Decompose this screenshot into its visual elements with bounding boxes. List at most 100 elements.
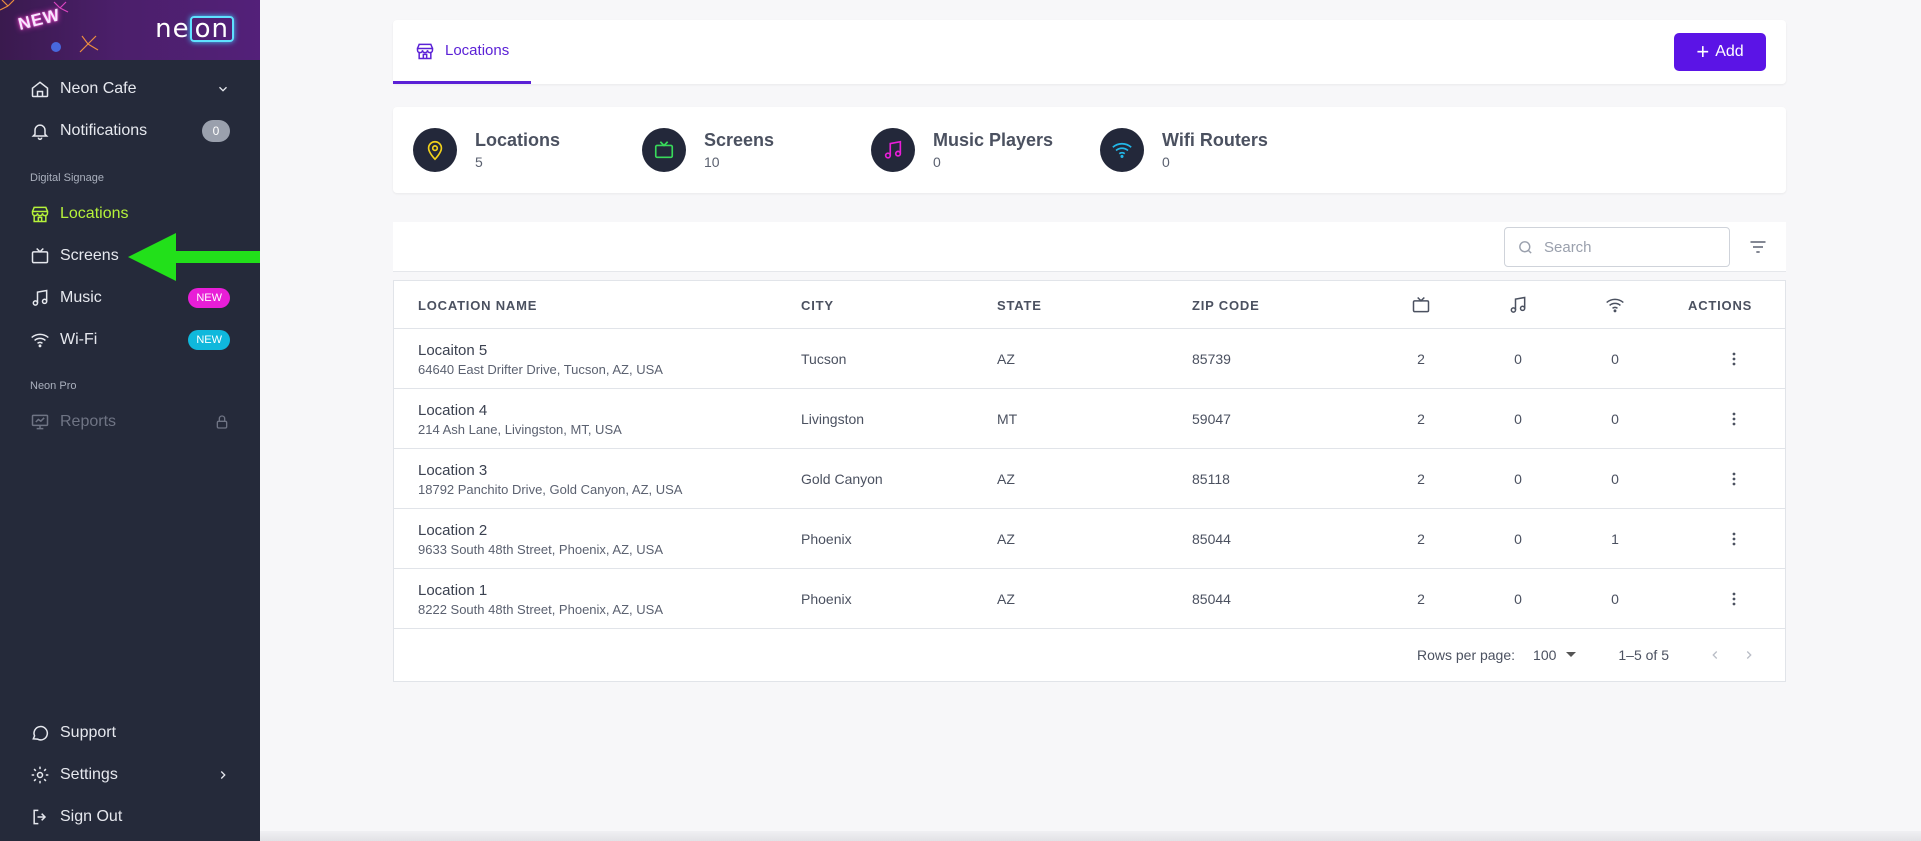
more-vertical-icon[interactable] bbox=[1724, 469, 1744, 489]
table-toolbar bbox=[393, 222, 1786, 272]
filter-icon[interactable] bbox=[1748, 237, 1768, 257]
sidebar-item-label: Notifications bbox=[60, 122, 148, 139]
store-icon bbox=[30, 204, 50, 224]
presentation-icon bbox=[30, 412, 50, 432]
search-box[interactable] bbox=[1504, 227, 1730, 267]
tv-icon bbox=[30, 246, 50, 266]
screens-count-cell: 2 bbox=[1417, 351, 1425, 367]
column-header-wifi[interactable] bbox=[1605, 281, 1625, 329]
section-title-neon-pro: Neon Pro bbox=[30, 380, 77, 392]
zip-cell: 85739 bbox=[1192, 351, 1231, 367]
music-count-cell: 0 bbox=[1514, 591, 1522, 607]
sidebar-item-notifications[interactable]: Notifications 0 bbox=[0, 111, 260, 151]
table-row[interactable]: Location 4 214 Ash Lane, Livingston, MT,… bbox=[394, 389, 1785, 449]
stat-wifi-routers: Wifi Routers 0 bbox=[1100, 128, 1268, 172]
sidebar-item-wifi[interactable]: Wi-Fi NEW bbox=[0, 320, 260, 360]
brand-banner: NEW ne on bbox=[0, 0, 260, 60]
chevron-down-icon bbox=[216, 82, 230, 96]
sidebar-item-settings[interactable]: Settings bbox=[0, 755, 260, 795]
state-cell: AZ bbox=[997, 531, 1015, 547]
table-row[interactable]: Location 3 18792 Panchito Drive, Gold Ca… bbox=[394, 449, 1785, 509]
table-header: LOCATION NAME CITY STATE ZIP CODE ACTION… bbox=[394, 281, 1785, 329]
sidebar-item-sign-out[interactable]: Sign Out bbox=[0, 797, 260, 837]
section-title-digital-signage: Digital Signage bbox=[30, 172, 104, 184]
home-icon bbox=[30, 79, 50, 99]
column-header-state[interactable]: STATE bbox=[997, 281, 1042, 329]
table-row[interactable]: Location 2 9633 South 48th Street, Phoen… bbox=[394, 509, 1785, 569]
horizontal-scrollbar[interactable] bbox=[260, 831, 1921, 841]
wifi-count-cell: 0 bbox=[1611, 591, 1619, 607]
more-vertical-icon[interactable] bbox=[1724, 349, 1744, 369]
music-count-cell: 0 bbox=[1514, 471, 1522, 487]
stat-label: Music Players bbox=[933, 130, 1054, 150]
stat-screens: Screens 10 bbox=[642, 128, 774, 172]
more-vertical-icon[interactable] bbox=[1724, 529, 1744, 549]
city-cell: Phoenix bbox=[801, 591, 852, 607]
workspace-name: Neon Cafe bbox=[60, 80, 137, 97]
state-cell: AZ bbox=[997, 471, 1015, 487]
previous-page-button[interactable] bbox=[1703, 643, 1727, 667]
chevron-right-icon bbox=[216, 768, 230, 782]
sidebar-item-support[interactable]: Support bbox=[0, 713, 260, 753]
table-row[interactable]: Locaiton 5 64640 East Drifter Drive, Tuc… bbox=[394, 329, 1785, 389]
next-page-button[interactable] bbox=[1737, 643, 1761, 667]
city-cell: Livingston bbox=[801, 411, 865, 427]
zip-cell: 85118 bbox=[1192, 471, 1230, 487]
more-vertical-icon[interactable] bbox=[1724, 589, 1744, 609]
neon-logo[interactable]: ne on bbox=[155, 14, 234, 44]
tab-label: Locations bbox=[445, 42, 510, 59]
add-button-label: Add bbox=[1715, 43, 1744, 60]
locations-table: LOCATION NAME CITY STATE ZIP CODE ACTION… bbox=[393, 280, 1786, 682]
notification-count-badge: 0 bbox=[202, 120, 230, 142]
search-input[interactable] bbox=[1544, 238, 1704, 256]
music-count-cell: 0 bbox=[1514, 411, 1522, 427]
bell-icon bbox=[30, 121, 50, 141]
stat-label: Wifi Routers bbox=[1162, 130, 1268, 150]
table-row[interactable]: Location 1 8222 South 48th Street, Phoen… bbox=[394, 569, 1785, 629]
sidebar-item-label: Screens bbox=[60, 247, 119, 264]
wifi-count-cell: 0 bbox=[1611, 411, 1619, 427]
music-note-icon bbox=[871, 128, 915, 172]
tab-locations[interactable]: Locations bbox=[393, 20, 532, 84]
rows-per-page-select[interactable]: 100 bbox=[1533, 647, 1577, 663]
column-header-music[interactable] bbox=[1508, 281, 1528, 329]
column-header-location-name[interactable]: LOCATION NAME bbox=[418, 281, 537, 329]
stat-value: 10 bbox=[704, 154, 720, 170]
location-address: 9633 South 48th Street, Phoenix, AZ, USA bbox=[418, 541, 663, 557]
more-vertical-icon[interactable] bbox=[1724, 409, 1744, 429]
add-button[interactable]: + Add bbox=[1674, 33, 1766, 71]
location-address: 214 Ash Lane, Livingston, MT, USA bbox=[418, 421, 622, 437]
city-cell: Phoenix bbox=[801, 531, 852, 547]
new-pill: NEW bbox=[188, 288, 230, 308]
column-header-screens[interactable] bbox=[1411, 281, 1431, 329]
music-note-icon bbox=[1510, 296, 1526, 313]
music-count-cell: 0 bbox=[1514, 531, 1522, 547]
sidebar: NEW ne on Neon Cafe Notifications 0 Digit… bbox=[0, 0, 260, 841]
sidebar-item-label: Reports bbox=[60, 413, 117, 430]
zip-cell: 85044 bbox=[1192, 531, 1231, 547]
wifi-count-cell: 0 bbox=[1611, 351, 1619, 367]
sidebar-item-label: Settings bbox=[60, 766, 118, 783]
page-tab-bar: Locations + Add bbox=[393, 20, 1786, 84]
music-note-icon bbox=[30, 288, 50, 308]
screens-count-cell: 2 bbox=[1417, 471, 1425, 487]
plus-icon: + bbox=[1696, 39, 1710, 64]
column-header-zip-code[interactable]: ZIP CODE bbox=[1192, 281, 1260, 329]
store-icon bbox=[416, 43, 434, 59]
location-address: 18792 Panchito Drive, Gold Canyon, AZ, U… bbox=[418, 481, 683, 497]
wifi-icon bbox=[1100, 128, 1144, 172]
workspace-selector[interactable]: Neon Cafe bbox=[0, 69, 260, 109]
stat-value: 5 bbox=[475, 154, 483, 170]
stat-label: Locations bbox=[475, 130, 561, 150]
zip-cell: 85044 bbox=[1192, 591, 1231, 607]
sidebar-item-label: Music bbox=[60, 289, 102, 306]
location-address: 8222 South 48th Street, Phoenix, AZ, USA bbox=[418, 601, 663, 617]
screens-count-cell: 2 bbox=[1417, 411, 1425, 427]
location-name: Locaiton 5 bbox=[418, 341, 488, 359]
sidebar-item-locations[interactable]: Locations bbox=[0, 194, 260, 234]
column-header-city[interactable]: CITY bbox=[801, 281, 834, 329]
sidebar-item-music[interactable]: Music NEW bbox=[0, 278, 260, 318]
search-icon bbox=[1519, 240, 1532, 254]
stat-value: 0 bbox=[1162, 154, 1170, 170]
city-cell: Tucson bbox=[801, 351, 847, 367]
